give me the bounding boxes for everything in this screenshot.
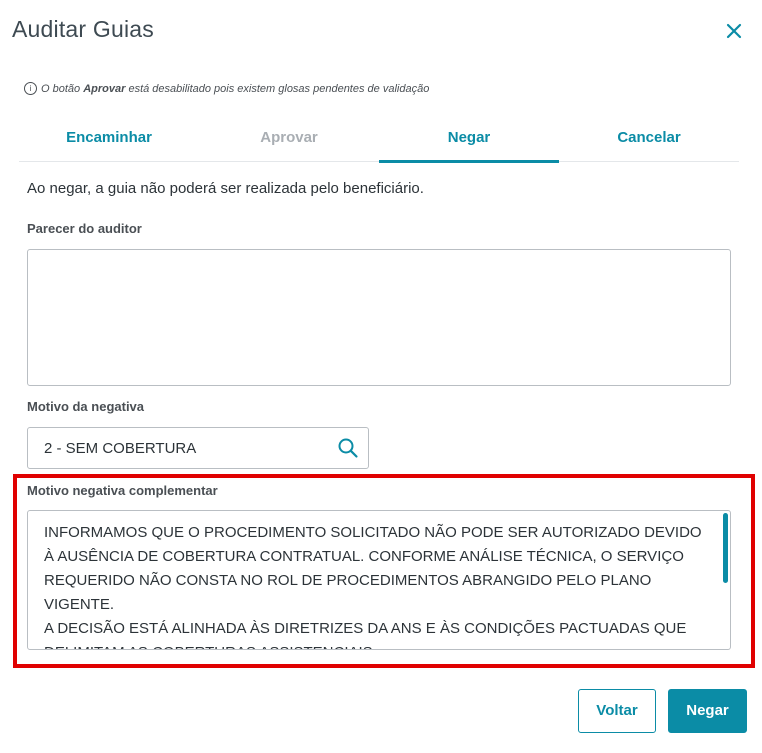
tab-cancelar[interactable]: Cancelar — [559, 117, 739, 161]
info-suffix: está desabilitado pois existem glosas pe… — [125, 82, 430, 95]
search-button[interactable] — [337, 437, 359, 459]
parecer-label: Parecer do auditor — [27, 221, 142, 236]
close-button[interactable] — [723, 20, 745, 42]
motivo-value: 2 - SEM COBERTURA — [44, 440, 197, 457]
motivo-select[interactable]: 2 - SEM COBERTURA — [27, 427, 369, 469]
textarea-scrollbar[interactable] — [723, 513, 728, 583]
info-text: O botão Aprovar está desabilitado pois e… — [41, 83, 429, 95]
modal-title: Auditar Guias — [12, 16, 154, 42]
close-icon — [726, 23, 742, 39]
parecer-textarea[interactable] — [27, 249, 731, 386]
action-tabs: Encaminhar Aprovar Negar Cancelar — [19, 117, 739, 163]
voltar-button[interactable]: Voltar — [578, 689, 656, 733]
tab-negar[interactable]: Negar — [379, 117, 559, 163]
info-message: i O botão Aprovar está desabilitado pois… — [24, 82, 429, 95]
info-bold: Aprovar — [83, 82, 126, 95]
motivo-label: Motivo da negativa — [27, 399, 145, 414]
tab-aprovar: Aprovar — [260, 129, 318, 146]
info-prefix: O botão — [41, 82, 84, 95]
complementar-text: INFORMAMOS QUE O PROCEDIMENTO SOLICITADO… — [44, 524, 702, 649]
complementar-label: Motivo negativa complementar — [27, 483, 218, 498]
search-icon — [338, 438, 358, 458]
audit-modal: Auditar Guias i O botão Aprovar está des… — [0, 0, 762, 753]
tab-encaminhar[interactable]: Encaminhar — [19, 117, 199, 161]
deny-description: Ao negar, a guia não poderá ser realizad… — [27, 180, 424, 197]
negar-button[interactable]: Negar — [668, 689, 747, 733]
complementar-textarea[interactable]: INFORMAMOS QUE O PROCEDIMENTO SOLICITADO… — [27, 510, 731, 650]
info-icon: i — [24, 82, 37, 95]
